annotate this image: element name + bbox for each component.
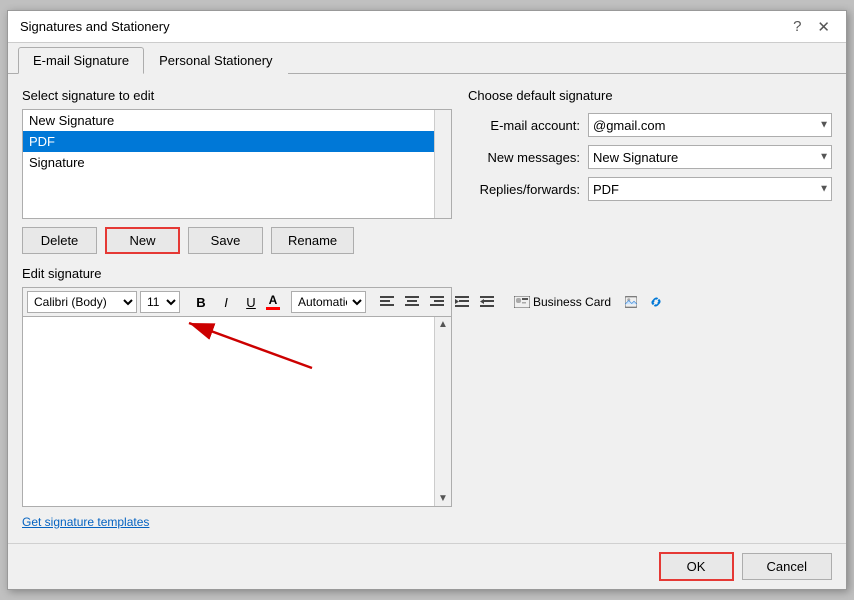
- select-section-label: Select signature to edit: [22, 88, 452, 103]
- save-button[interactable]: Save: [188, 227, 263, 254]
- close-button[interactable]: ✕: [813, 18, 834, 36]
- font-select[interactable]: Calibri (Body): [27, 291, 137, 313]
- underline-button[interactable]: U: [240, 291, 262, 313]
- auto-color-select[interactable]: Automatic: [291, 291, 366, 313]
- sig-item-new-signature[interactable]: New Signature: [23, 110, 451, 131]
- choose-default-section: Choose default signature E-mail account:…: [468, 88, 832, 209]
- indent-button[interactable]: [451, 291, 473, 313]
- signature-list-container[interactable]: New Signature PDF Signature: [22, 109, 452, 219]
- new-messages-label: New messages:: [468, 150, 588, 165]
- ok-button[interactable]: OK: [659, 552, 734, 581]
- new-messages-select[interactable]: New Signature PDF Signature: [588, 145, 832, 169]
- outdent-button[interactable]: [476, 291, 498, 313]
- email-account-select-wrap: @gmail.com ▼: [588, 113, 832, 137]
- rename-button[interactable]: Rename: [271, 227, 354, 254]
- align-right-button[interactable]: [426, 291, 448, 313]
- choose-default-label: Choose default signature: [468, 88, 832, 103]
- edit-content[interactable]: [23, 317, 451, 506]
- dialog-footer: OK Cancel: [8, 543, 846, 589]
- font-color-button[interactable]: A: [265, 291, 281, 313]
- sig-item-signature[interactable]: Signature: [23, 152, 451, 173]
- new-button[interactable]: New: [105, 227, 180, 254]
- tab-personal-stationery[interactable]: Personal Stationery: [144, 47, 287, 74]
- help-button[interactable]: ?: [789, 18, 805, 35]
- dialog-body: Select signature to edit New Signature P…: [8, 74, 846, 543]
- scroll-track[interactable]: [435, 332, 451, 491]
- edit-signature-label: Edit signature: [22, 266, 452, 281]
- title-bar: Signatures and Stationery ? ✕: [8, 11, 846, 43]
- insert-hyperlink-button[interactable]: [645, 291, 667, 313]
- sig-button-row: Delete New Save Rename: [22, 227, 452, 254]
- replies-forwards-row: Replies/forwards: PDF New Signature Sign…: [468, 177, 832, 201]
- replies-forwards-select[interactable]: PDF New Signature Signature: [588, 177, 832, 201]
- signature-edit-area[interactable]: ▲ ▼: [22, 316, 452, 507]
- get-templates-link[interactable]: Get signature templates: [22, 515, 452, 529]
- delete-button[interactable]: Delete: [22, 227, 97, 254]
- email-account-row: E-mail account: @gmail.com ▼: [468, 113, 832, 137]
- tab-bar: E-mail Signature Personal Stationery: [8, 43, 846, 74]
- italic-button[interactable]: I: [215, 291, 237, 313]
- replies-forwards-label: Replies/forwards:: [468, 182, 588, 197]
- email-account-label: E-mail account:: [468, 118, 588, 133]
- title-bar-controls: ? ✕: [789, 18, 834, 36]
- new-messages-select-wrap: New Signature PDF Signature ▼: [588, 145, 832, 169]
- align-center-button[interactable]: [401, 291, 423, 313]
- new-messages-row: New messages: New Signature PDF Signatur…: [468, 145, 832, 169]
- align-left-button[interactable]: [376, 291, 398, 313]
- left-panel: Select signature to edit New Signature P…: [22, 88, 452, 529]
- bold-button[interactable]: B: [190, 291, 212, 313]
- insert-picture-button[interactable]: [620, 291, 642, 313]
- replies-forwards-select-wrap: PDF New Signature Signature ▼: [588, 177, 832, 201]
- signature-list: New Signature PDF Signature: [23, 110, 451, 173]
- scroll-up-arrow[interactable]: ▲: [436, 317, 450, 332]
- tab-email-signature[interactable]: E-mail Signature: [18, 47, 144, 74]
- list-scrollbar[interactable]: [434, 110, 451, 218]
- cancel-button[interactable]: Cancel: [742, 553, 832, 580]
- business-card-button[interactable]: Business Card: [508, 291, 617, 313]
- edit-toolbar: Calibri (Body) 11 B I U A: [22, 287, 452, 316]
- signatures-stationery-dialog: Signatures and Stationery ? ✕ E-mail Sig…: [7, 10, 847, 590]
- scroll-down-arrow[interactable]: ▼: [436, 491, 450, 506]
- dialog-title: Signatures and Stationery: [20, 19, 170, 34]
- edit-area-scrollbar[interactable]: ▲ ▼: [434, 317, 451, 506]
- email-account-select[interactable]: @gmail.com: [588, 113, 832, 137]
- font-size-select[interactable]: 11: [140, 291, 180, 313]
- sig-item-pdf[interactable]: PDF: [23, 131, 451, 152]
